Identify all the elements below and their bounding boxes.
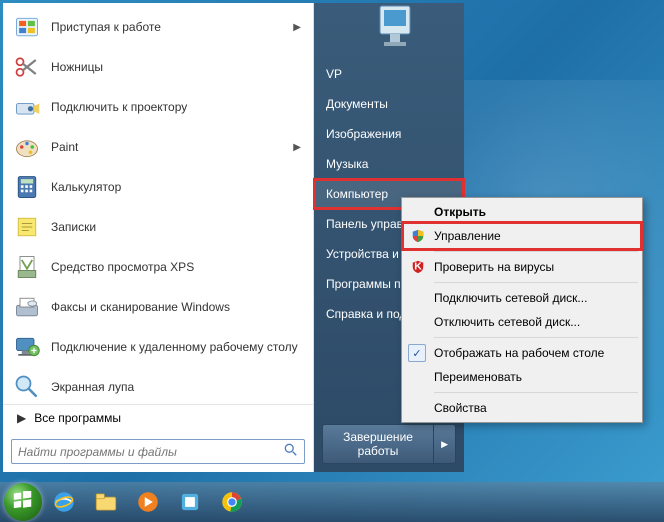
- user-picture-icon: [368, 1, 428, 51]
- program-label: Ножницы: [51, 60, 305, 74]
- rdp-icon: [11, 331, 43, 363]
- getting-started-icon: [11, 11, 43, 43]
- separator: [434, 337, 638, 338]
- separator: [434, 392, 638, 393]
- taskbar-chrome-icon[interactable]: [212, 484, 252, 520]
- context-menu-label: Отключить сетевой диск...: [434, 315, 580, 329]
- context-menu-label: Подключить сетевой диск...: [434, 291, 587, 305]
- program-item-paint[interactable]: Paint▶: [5, 127, 311, 167]
- taskbar-mediaplayer-icon[interactable]: [128, 484, 168, 520]
- shutdown-options-button[interactable]: ▶: [434, 424, 456, 464]
- program-label: Средство просмотра XPS: [51, 260, 305, 274]
- context-menu-item[interactable]: Отключить сетевой диск...: [404, 310, 640, 334]
- places-item[interactable]: VP: [314, 59, 464, 89]
- context-menu-label: Переименовать: [434, 370, 522, 384]
- separator: [434, 251, 638, 252]
- context-menu-item[interactable]: Свойства: [404, 396, 640, 420]
- xps-icon: [11, 251, 43, 283]
- taskbar-pinned-icon[interactable]: [170, 484, 210, 520]
- all-programs[interactable]: ▶ Все программы: [3, 404, 313, 431]
- program-label: Приступая к работе: [51, 20, 293, 34]
- paint-icon: [11, 131, 43, 163]
- svg-text:K: K: [414, 261, 422, 273]
- program-item-projector[interactable]: Подключить к проектору: [5, 87, 311, 127]
- taskbar-explorer-icon[interactable]: [86, 484, 126, 520]
- submenu-arrow-icon: ▶: [293, 142, 301, 153]
- context-menu-item[interactable]: Переименовать: [404, 365, 640, 389]
- blank-icon: [408, 400, 428, 416]
- taskbar-ie-icon[interactable]: [44, 484, 84, 520]
- places-item[interactable]: Изображения: [314, 119, 464, 149]
- context-menu-label: Проверить на вирусы: [434, 260, 554, 274]
- checkmark-icon: ✓: [408, 344, 426, 362]
- all-programs-label: Все программы: [34, 411, 121, 425]
- shutdown-button[interactable]: Завершение работы: [322, 424, 434, 464]
- submenu-arrow-icon: ▶: [293, 22, 301, 33]
- snip-icon: [11, 51, 43, 83]
- context-menu-item[interactable]: K Проверить на вирусы: [404, 255, 640, 279]
- context-menu-item[interactable]: ✓ Отображать на рабочем столе: [404, 341, 640, 365]
- program-label: Paint: [51, 140, 293, 154]
- program-item-rdp[interactable]: Подключение к удаленному рабочему столу: [5, 327, 311, 367]
- taskbar: [0, 482, 664, 522]
- program-label: Подключение к удаленному рабочему столу: [51, 340, 305, 354]
- program-label: Экранная лупа: [51, 380, 305, 394]
- program-label: Факсы и сканирование Windows: [51, 300, 305, 314]
- start-menu: Приступая к работе▶НожницыПодключить к п…: [3, 3, 464, 472]
- shield-icon: [408, 228, 428, 244]
- program-item-getting-started[interactable]: Приступая к работе▶: [5, 7, 311, 47]
- programs-panel: Приступая к работе▶НожницыПодключить к п…: [3, 3, 314, 472]
- context-menu-item[interactable]: Управление: [404, 224, 640, 248]
- context-menu-label: Открыть: [434, 205, 486, 219]
- context-menu-item[interactable]: Подключить сетевой диск...: [404, 286, 640, 310]
- program-item-magnifier[interactable]: Экранная лупа: [5, 367, 311, 404]
- program-label: Записки: [51, 220, 305, 234]
- program-label: Калькулятор: [51, 180, 305, 194]
- program-item-notes[interactable]: Записки: [5, 207, 311, 247]
- search-icon: [284, 443, 298, 460]
- context-menu-label: Управление: [434, 229, 501, 243]
- arrow-right-icon: ▶: [17, 411, 26, 425]
- blank-icon: [408, 314, 428, 330]
- program-label: Подключить к проектору: [51, 100, 305, 114]
- program-item-fax[interactable]: Факсы и сканирование Windows: [5, 287, 311, 327]
- program-item-calc[interactable]: Калькулятор: [5, 167, 311, 207]
- blank-icon: [408, 204, 428, 220]
- projector-icon: [11, 91, 43, 123]
- notes-icon: [11, 211, 43, 243]
- context-menu: Открыть Управление K Проверить на вирусы Под…: [401, 197, 643, 423]
- fax-icon: [11, 291, 43, 323]
- blank-icon: [408, 290, 428, 306]
- separator: [434, 282, 638, 283]
- blank-icon: [408, 369, 428, 385]
- context-menu-item[interactable]: Открыть: [404, 200, 640, 224]
- program-item-snip[interactable]: Ножницы: [5, 47, 311, 87]
- magnifier-icon: [11, 371, 43, 403]
- program-item-xps[interactable]: Средство просмотра XPS: [5, 247, 311, 287]
- places-item[interactable]: Документы: [314, 89, 464, 119]
- search-input[interactable]: [18, 445, 284, 459]
- context-menu-label: Свойства: [434, 401, 487, 415]
- calc-icon: [11, 171, 43, 203]
- search-box[interactable]: [11, 439, 305, 464]
- context-menu-label: Отображать на рабочем столе: [434, 346, 604, 360]
- av-icon: K: [408, 259, 428, 275]
- places-item[interactable]: Музыка: [314, 149, 464, 179]
- start-button[interactable]: [4, 483, 42, 521]
